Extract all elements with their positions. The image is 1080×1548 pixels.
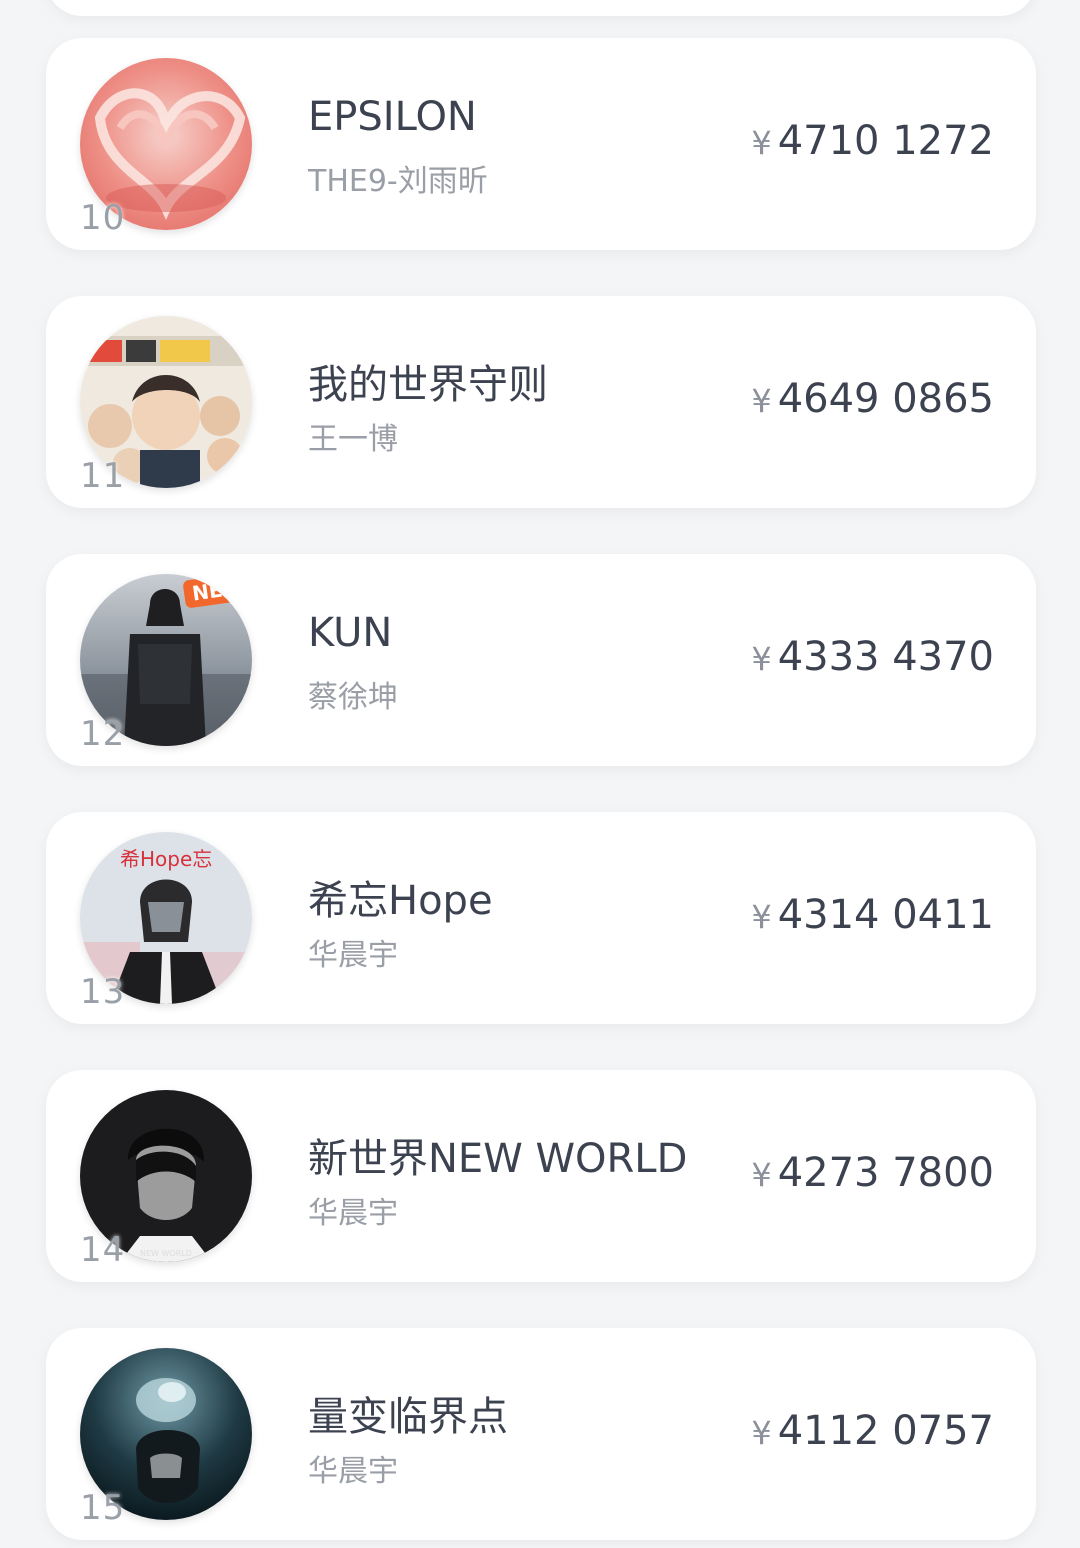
list-item[interactable]: NEW WORLD 14 新世界NEW WORLD 华晨宇 ¥4273 7800 — [46, 1070, 1036, 1282]
amount-value: 4112 0757 — [777, 1408, 994, 1454]
amount-value: 4314 0411 — [777, 892, 994, 938]
rank-number: 15 — [80, 1488, 126, 1528]
artist-name: THE9-刘雨昕 — [308, 164, 488, 199]
cover-text: 希Hope忘 — [120, 847, 212, 871]
rank-number: 13 — [80, 972, 126, 1012]
list-item[interactable]: NEW 12 KUN 蔡徐坤 ¥4333 4370 — [46, 554, 1036, 766]
album-title: 新世界NEW WORLD — [308, 1136, 688, 1182]
album-title: 量变临界点 — [308, 1394, 508, 1440]
sales-amount: ¥4649 0865 — [751, 376, 994, 422]
album-title: KUN — [308, 610, 393, 656]
rank-number: 12 — [80, 714, 126, 754]
artist-name: 王一博 — [308, 422, 398, 457]
list-item[interactable]: 10 EPSILON THE9-刘雨昕 ¥4710 1272 — [46, 38, 1036, 250]
artist-name: 蔡徐坤 — [308, 680, 398, 715]
new-badge: NEW — [181, 574, 252, 609]
yen-symbol: ¥ — [751, 898, 772, 936]
cover-text: NEW WORLD — [140, 1249, 192, 1258]
amount-value: 4333 4370 — [777, 634, 994, 680]
yen-symbol: ¥ — [751, 1414, 772, 1452]
amount-value: 4273 7800 — [777, 1150, 994, 1196]
sales-amount: ¥4112 0757 — [751, 1408, 994, 1454]
list-item[interactable]: 希Hope忘 13 希忘Hope 华晨宇 ¥4314 0411 — [46, 812, 1036, 1024]
ranking-list: 10 EPSILON THE9-刘雨昕 ¥4710 1272 11 我的世界守则… — [0, 0, 1080, 1548]
rank-number: 14 — [80, 1230, 126, 1270]
sales-amount: ¥4314 0411 — [751, 892, 994, 938]
rank-number: 10 — [80, 198, 126, 238]
yen-symbol: ¥ — [751, 640, 772, 678]
sales-amount: ¥4333 4370 — [751, 634, 994, 680]
sales-amount: ¥4710 1272 — [751, 118, 994, 164]
yen-symbol: ¥ — [751, 1156, 772, 1194]
yen-symbol: ¥ — [751, 124, 772, 162]
album-title: EPSILON — [308, 94, 477, 140]
yen-symbol: ¥ — [751, 382, 772, 420]
album-title: 我的世界守则 — [308, 362, 548, 408]
rank-number: 11 — [80, 456, 126, 496]
list-item[interactable]: 15 量变临界点 华晨宇 ¥4112 0757 — [46, 1328, 1036, 1540]
artist-name: 华晨宇 — [308, 1196, 398, 1231]
artist-name: 华晨宇 — [308, 1454, 398, 1489]
sales-amount: ¥4273 7800 — [751, 1150, 994, 1196]
album-title: 希忘Hope — [308, 878, 493, 924]
artist-name: 华晨宇 — [308, 938, 398, 973]
list-item[interactable]: 11 我的世界守则 王一博 ¥4649 0865 — [46, 296, 1036, 508]
list-item-partial[interactable] — [46, 0, 1036, 16]
amount-value: 4649 0865 — [777, 376, 994, 422]
amount-value: 4710 1272 — [777, 118, 994, 164]
